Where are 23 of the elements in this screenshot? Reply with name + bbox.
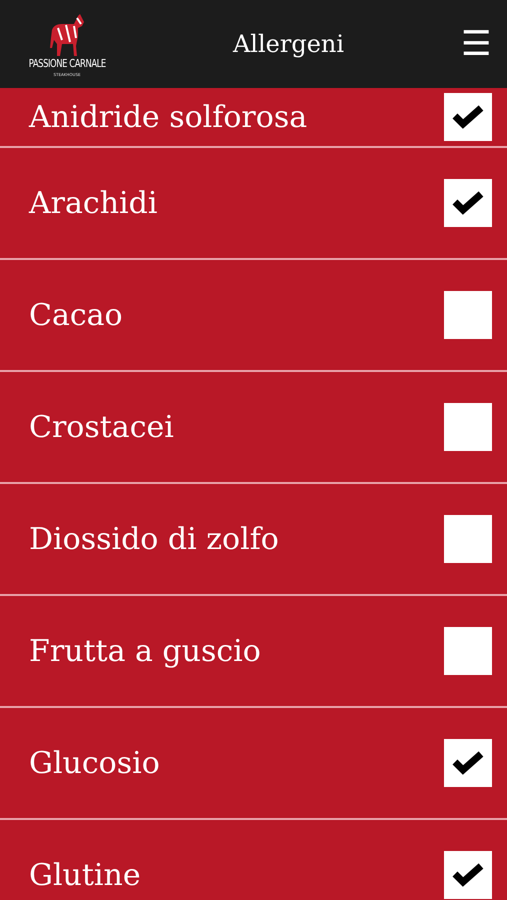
allergen-name: Cacao — [29, 296, 123, 334]
allergen-name: Glutine — [29, 856, 141, 894]
allergen-checkbox[interactable] — [444, 515, 492, 563]
allergen-checkbox[interactable] — [444, 403, 492, 451]
allergen-checkbox[interactable] — [444, 179, 492, 227]
allergen-checkbox[interactable] — [444, 851, 492, 899]
page-title: Allergeni — [232, 29, 344, 60]
checkmark-icon — [452, 863, 484, 887]
allergen-name: Glucosio — [29, 744, 160, 782]
allergen-checkbox[interactable] — [444, 93, 492, 141]
allergen-name: Diossido di zolfo — [29, 520, 279, 558]
allergen-name: Crostacei — [29, 408, 174, 446]
checkmark-icon — [452, 751, 484, 775]
allergen-name: Anidride solforosa — [29, 98, 308, 136]
checkmark-icon — [452, 191, 484, 215]
allergen-name: Frutta a guscio — [29, 632, 261, 670]
allergen-checkbox[interactable] — [444, 291, 492, 339]
allergen-name: Arachidi — [29, 184, 158, 222]
allergen-checkbox[interactable] — [444, 739, 492, 787]
menu-button[interactable]: ☰ — [461, 27, 491, 61]
checkmark-icon — [452, 105, 484, 129]
allergen-checkbox[interactable] — [444, 627, 492, 675]
logo-text: PASSIONE CARNALE — [28, 58, 106, 68]
